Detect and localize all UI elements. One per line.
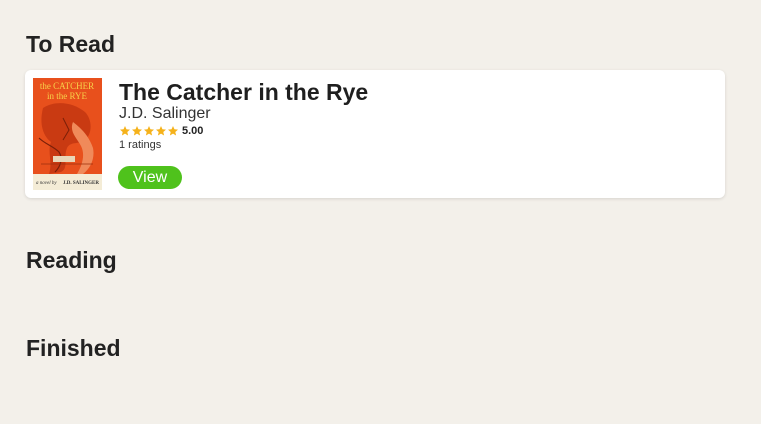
section-title-to-read: To Read: [26, 31, 116, 57]
star-icon: [168, 125, 178, 135]
rating-value: 5.00: [182, 124, 204, 137]
view-button[interactable]: View: [118, 166, 182, 189]
star-icon: [144, 125, 154, 135]
book-title: The Catcher in the Rye: [119, 79, 369, 105]
cover-title-line-2: in the RYE: [47, 91, 88, 101]
section-title-finished: Finished: [26, 335, 121, 361]
star-icon: [132, 125, 142, 135]
book-author: J.D. Salinger: [119, 105, 211, 122]
book-cover-image: the CATCHER in the RYE a novel by J.D. S…: [33, 78, 102, 190]
bookshelf-page: To Read the CATCHER in the RYE a novel b…: [0, 0, 761, 424]
cover-byline-left: a novel by: [36, 181, 57, 186]
book-card: the CATCHER in the RYE a novel by J.D. S…: [25, 70, 725, 198]
cover-byline-right: J.D. SALINGER: [63, 181, 99, 186]
ratings-count: 1 ratings: [119, 139, 162, 151]
star-icon: [120, 125, 130, 135]
star-rating: [119, 125, 179, 137]
section-title-reading: Reading: [26, 247, 117, 273]
cover-title-line-1: the CATCHER: [40, 81, 94, 91]
rating-row: 5.00: [119, 124, 203, 137]
star-icon: [156, 125, 166, 135]
